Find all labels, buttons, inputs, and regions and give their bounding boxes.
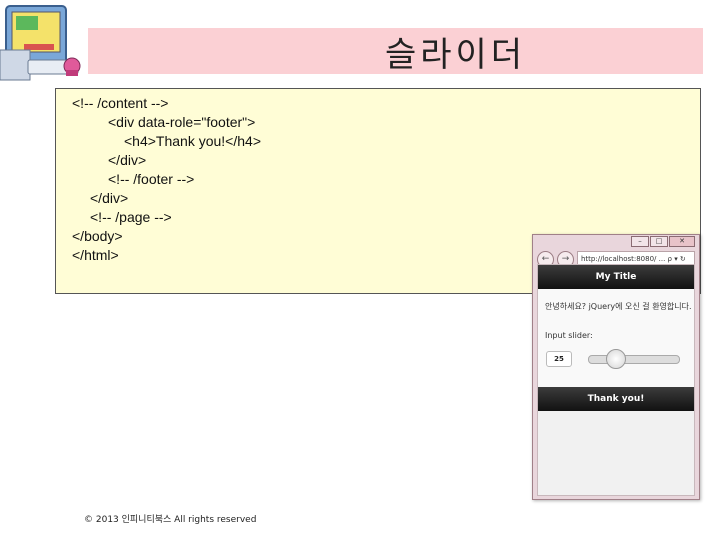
code-line: </div> bbox=[90, 190, 129, 206]
slide-title: 슬라이더 bbox=[384, 34, 527, 75]
code-line: </div> bbox=[108, 152, 147, 168]
slider-value-input[interactable]: 25 bbox=[546, 351, 572, 367]
code-line: </body> bbox=[72, 228, 123, 244]
slider-track[interactable] bbox=[588, 355, 680, 364]
copyright-text: © 2013 인피니티북스 All rights reserved bbox=[84, 515, 257, 525]
code-line: </html> bbox=[72, 247, 119, 263]
page-footer: Thank you! bbox=[538, 387, 694, 411]
page-header: My Title bbox=[538, 265, 694, 289]
window-controls: – □ ✕ bbox=[631, 236, 695, 247]
code-line: <!-- /page --> bbox=[90, 209, 172, 225]
computer-clipart-icon bbox=[0, 5, 81, 81]
code-line: <h4>Thank you!</h4> bbox=[124, 133, 261, 149]
browser-viewport: My Title 안녕하세요? jQuery에 오신 걸 환영합니다. Inpu… bbox=[537, 264, 695, 496]
welcome-message: 안녕하세요? jQuery에 오신 걸 환영합니다. bbox=[545, 302, 692, 311]
minimize-button[interactable]: – bbox=[631, 236, 649, 247]
code-line: <!-- /footer --> bbox=[108, 171, 195, 187]
browser-window: – □ ✕ ← → http://localhost:8080/ ... ρ ▾… bbox=[532, 234, 700, 500]
close-button[interactable]: ✕ bbox=[669, 236, 695, 247]
maximize-button[interactable]: □ bbox=[650, 236, 668, 247]
slide-title-bar: 슬라이더 bbox=[88, 28, 703, 75]
page-content: 안녕하세요? jQuery에 오신 걸 환영합니다. Input slider:… bbox=[538, 289, 694, 387]
slider-label: Input slider: bbox=[545, 331, 593, 340]
code-line: <div data-role="footer"> bbox=[108, 114, 256, 130]
code-line: <!-- /content --> bbox=[72, 95, 169, 111]
slider-handle[interactable] bbox=[606, 349, 626, 369]
